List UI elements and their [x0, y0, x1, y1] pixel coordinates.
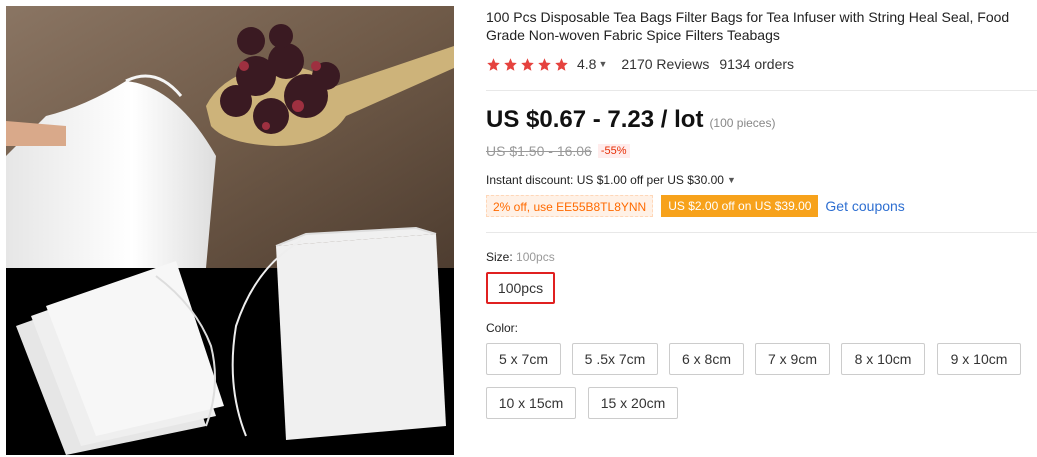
discount-badge: -55%	[597, 144, 630, 158]
rating-value[interactable]: 4.8	[577, 56, 596, 72]
instant-discount[interactable]: Instant discount: US $1.00 off per US $3…	[486, 171, 736, 189]
chevron-down-icon[interactable]: ▼	[598, 59, 607, 69]
color-option[interactable]: 6 x 8cm	[669, 343, 744, 375]
size-option-100pcs[interactable]: 100pcs	[486, 272, 555, 304]
rating-row: 4.8 ▼ 2170 Reviews 9134 orders	[486, 54, 794, 74]
price-row: US $0.67 - 7.23 / lot (100 pieces)	[486, 106, 775, 136]
color-option[interactable]: 7 x 9cm	[755, 343, 830, 375]
star-icon	[504, 57, 517, 71]
current-price: US $0.67 - 7.23 / lot	[486, 106, 704, 133]
product-title: 100 Pcs Disposable Tea Bags Filter Bags …	[486, 9, 1010, 43]
divider	[486, 232, 1037, 233]
product-photo	[6, 6, 454, 455]
original-price-row: US $1.50 - 16.06 -55%	[486, 142, 630, 160]
star-icon	[487, 57, 500, 71]
size-label: Size: 100pcs	[486, 250, 555, 264]
pieces-per-lot: (100 pieces)	[709, 116, 776, 130]
orders-count: 9134 orders	[719, 56, 795, 72]
star-icon	[555, 57, 568, 71]
star-icon	[538, 57, 551, 71]
color-option[interactable]: 5 .5x 7cm	[572, 343, 658, 375]
color-option[interactable]: 5 x 7cm	[486, 343, 561, 375]
get-coupons-link[interactable]: Get coupons	[825, 198, 904, 214]
star-icon	[521, 57, 534, 71]
reviews-count[interactable]: 2170 Reviews	[621, 56, 709, 72]
divider	[486, 90, 1037, 91]
code-coupon[interactable]: 2% off, use EE55B8TL8YNN	[486, 195, 654, 217]
product-image[interactable]	[6, 6, 454, 455]
original-price: US $1.50 - 16.06	[486, 143, 592, 159]
color-option[interactable]: 10 x 15cm	[486, 387, 576, 419]
size-selected-value: 100pcs	[516, 250, 555, 264]
star-rating[interactable]	[486, 57, 569, 72]
color-option[interactable]: 8 x 10cm	[841, 343, 925, 375]
chevron-down-icon[interactable]: ▼	[727, 175, 736, 185]
color-label: Color:	[486, 321, 519, 335]
instant-discount-text[interactable]: Instant discount: US $1.00 off per US $3…	[486, 173, 724, 187]
coupon-row: 2% off, use EE55B8TL8YNN US $2.00 off on…	[486, 195, 905, 217]
color-option[interactable]: 15 x 20cm	[588, 387, 678, 419]
size-label-text: Size:	[486, 250, 513, 264]
color-option[interactable]: 9 x 10cm	[937, 343, 1021, 375]
product-info-panel: 100 Pcs Disposable Tea Bags Filter Bags …	[486, 0, 1037, 457]
store-coupon[interactable]: US $2.00 off on US $39.00	[661, 195, 819, 217]
